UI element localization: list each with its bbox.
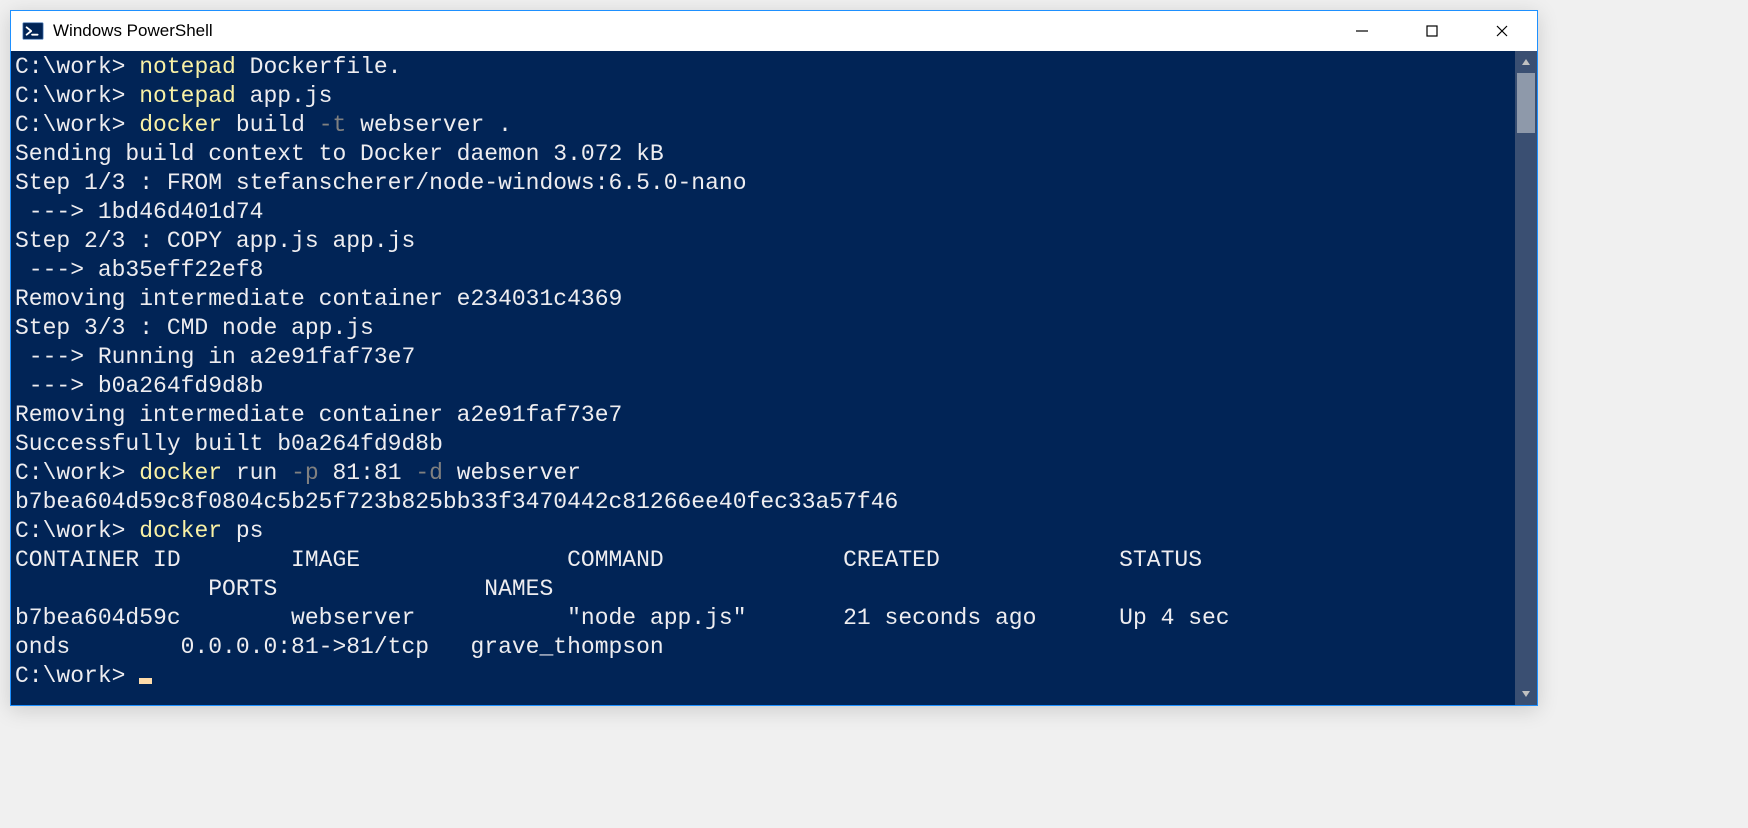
terminal-line: C:\work> docker ps bbox=[15, 517, 1511, 546]
scroll-up-arrow[interactable] bbox=[1515, 51, 1537, 73]
terminal-line: ---> b0a264fd9d8b bbox=[15, 372, 1511, 401]
terminal-line: C:\work> docker build -t webserver . bbox=[15, 111, 1511, 140]
terminal-line: Removing intermediate container e234031c… bbox=[15, 285, 1511, 314]
maximize-button[interactable] bbox=[1397, 11, 1467, 51]
terminal-line: CONTAINER ID IMAGE COMMAND CREATED STATU… bbox=[15, 546, 1511, 575]
terminal-line: Step 1/3 : FROM stefanscherer/node-windo… bbox=[15, 169, 1511, 198]
terminal-line: C:\work> bbox=[15, 662, 1511, 691]
cursor bbox=[139, 678, 152, 684]
terminal-line: Sending build context to Docker daemon 3… bbox=[15, 140, 1511, 169]
terminal-line: C:\work> notepad Dockerfile. bbox=[15, 53, 1511, 82]
terminal-line: ---> ab35eff22ef8 bbox=[15, 256, 1511, 285]
vertical-scrollbar[interactable] bbox=[1515, 51, 1537, 705]
terminal-line: PORTS NAMES bbox=[15, 575, 1511, 604]
close-button[interactable] bbox=[1467, 11, 1537, 51]
terminal-line: ---> Running in a2e91faf73e7 bbox=[15, 343, 1511, 372]
terminal-line: Successfully built b0a264fd9d8b bbox=[15, 430, 1511, 459]
terminal-line: Removing intermediate container a2e91faf… bbox=[15, 401, 1511, 430]
terminal-line: C:\work> notepad app.js bbox=[15, 82, 1511, 111]
powershell-window: Windows PowerShell C:\work> notepad Dock… bbox=[10, 10, 1538, 706]
scroll-down-arrow[interactable] bbox=[1515, 683, 1537, 705]
terminal-line: ---> 1bd46d401d74 bbox=[15, 198, 1511, 227]
titlebar[interactable]: Windows PowerShell bbox=[11, 11, 1537, 51]
terminal-line: b7bea604d59c webserver "node app.js" 21 … bbox=[15, 604, 1511, 633]
terminal-container: C:\work> notepad Dockerfile.C:\work> not… bbox=[11, 51, 1537, 705]
powershell-icon bbox=[21, 19, 45, 43]
scroll-thumb[interactable] bbox=[1517, 73, 1535, 133]
terminal-line: b7bea604d59c8f0804c5b25f723b825bb33f3470… bbox=[15, 488, 1511, 517]
terminal-line: Step 3/3 : CMD node app.js bbox=[15, 314, 1511, 343]
terminal-output[interactable]: C:\work> notepad Dockerfile.C:\work> not… bbox=[11, 51, 1515, 705]
window-controls bbox=[1327, 11, 1537, 51]
window-title: Windows PowerShell bbox=[53, 21, 1327, 41]
terminal-line: onds 0.0.0.0:81->81/tcp grave_thompson bbox=[15, 633, 1511, 662]
terminal-line: Step 2/3 : COPY app.js app.js bbox=[15, 227, 1511, 256]
minimize-button[interactable] bbox=[1327, 11, 1397, 51]
terminal-line: C:\work> docker run -p 81:81 -d webserve… bbox=[15, 459, 1511, 488]
